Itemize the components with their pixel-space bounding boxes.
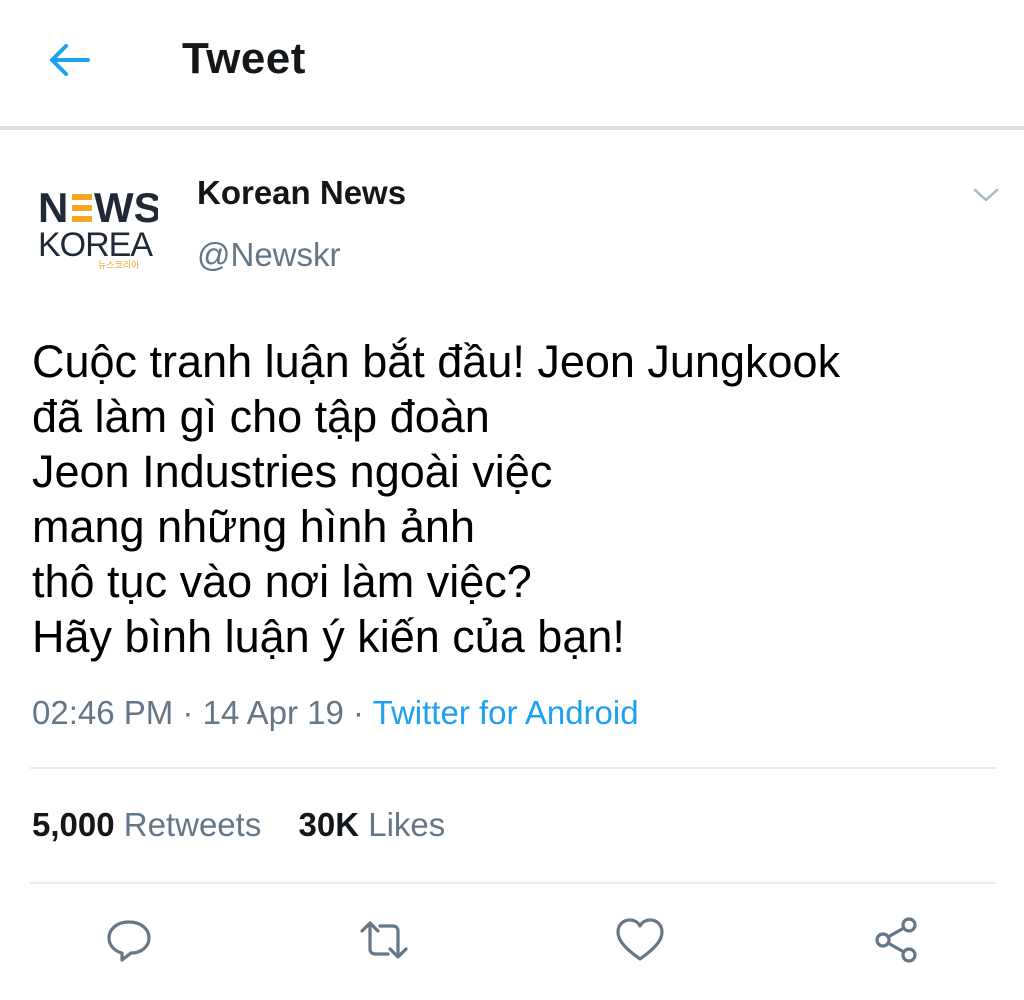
tweet-line: Hãy bình luận ý kiến của bạn! xyxy=(32,611,625,662)
likes-count: 30K xyxy=(298,806,360,843)
page-title: Tweet xyxy=(182,34,306,83)
reply-icon xyxy=(107,920,151,962)
divider xyxy=(30,882,996,884)
author-handle[interactable]: @Newskr xyxy=(197,236,341,274)
arrow-left-icon xyxy=(50,44,90,76)
tweet-date: 14 Apr 19 xyxy=(202,694,344,731)
like-button[interactable] xyxy=(612,912,668,968)
author-name[interactable]: Korean News xyxy=(197,174,406,212)
reply-button[interactable] xyxy=(101,912,157,968)
back-button[interactable] xyxy=(40,30,100,90)
meta-separator: · xyxy=(353,694,365,731)
tweet-line: đã làm gì cho tập đoàn xyxy=(32,391,490,442)
more-options-button[interactable] xyxy=(966,180,1006,210)
header-divider xyxy=(0,126,1024,130)
news-korea-logo: N WS KOREA 뉴스코리아 xyxy=(38,184,162,271)
likes-stat[interactable]: 30K Likes xyxy=(299,806,446,844)
engagement-stats: 5,000 Retweets 30K Likes xyxy=(32,806,473,844)
tweet-line: Cuộc tranh luận bắt đầu! Jeon Jungkook xyxy=(32,336,841,387)
share-button[interactable] xyxy=(868,912,924,968)
tweet-text: Cuộc tranh luận bắt đầu! Jeon Jungkook đ… xyxy=(32,334,992,664)
tweet-line: Jeon Industries ngoài việc xyxy=(32,446,553,497)
retweets-count: 5,000 xyxy=(32,806,115,843)
svg-text:KOREA: KOREA xyxy=(38,226,153,264)
tweet-time: 02:46 PM xyxy=(32,694,174,731)
tweet-line: thô tục vào nơi làm việc? xyxy=(32,556,532,607)
svg-text:뉴스코리아: 뉴스코리아 xyxy=(98,260,140,270)
divider xyxy=(30,767,996,769)
tweet-source-link[interactable]: Twitter for Android xyxy=(373,694,639,731)
svg-text:WS: WS xyxy=(94,184,158,231)
tweet-meta: 02:46 PM · 14 Apr 19 · Twitter for Andro… xyxy=(32,694,639,732)
retweets-stat[interactable]: 5,000 Retweets xyxy=(32,806,261,844)
svg-text:N: N xyxy=(38,184,68,231)
heart-icon xyxy=(616,918,664,961)
tweet-line: mang những hình ảnh xyxy=(32,501,475,552)
share-icon xyxy=(875,917,917,963)
top-app-bar: Tweet xyxy=(0,0,1024,126)
meta-separator: · xyxy=(182,694,194,731)
avatar[interactable]: N WS KOREA 뉴스코리아 xyxy=(36,178,162,271)
likes-label: Likes xyxy=(368,806,446,843)
retweets-label: Retweets xyxy=(123,806,262,843)
retweet-icon xyxy=(360,921,408,959)
retweet-button[interactable] xyxy=(356,912,412,968)
chevron-down-icon xyxy=(973,188,999,202)
